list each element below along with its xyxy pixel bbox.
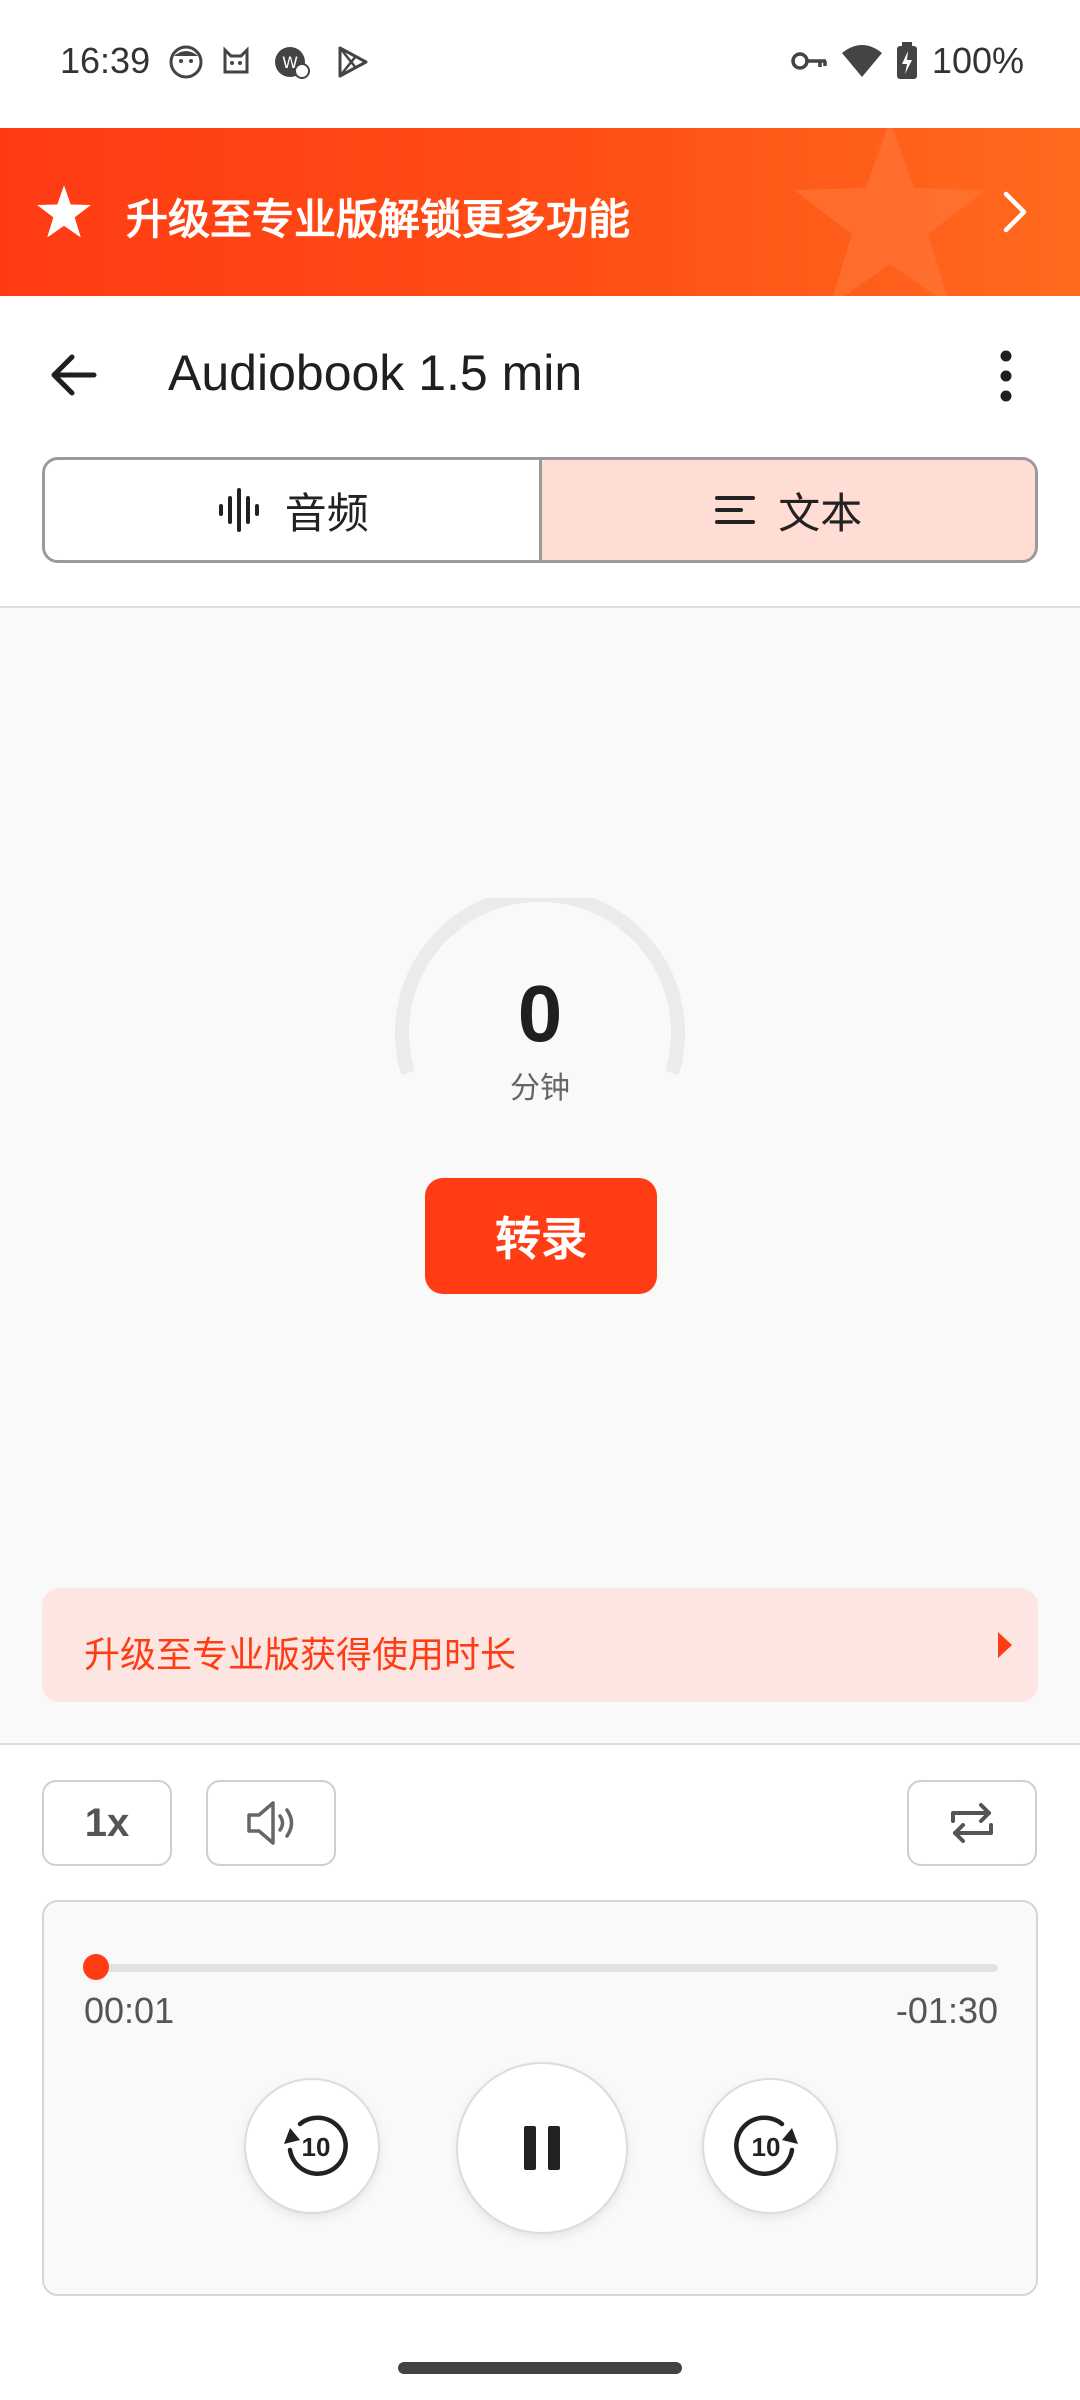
lines-icon xyxy=(715,496,756,524)
player-card: 00:01 -01:30 10 10 xyxy=(42,1900,1038,2296)
progress-bar[interactable] xyxy=(83,1954,998,1980)
rewind-10-button[interactable]: 10 xyxy=(244,2078,380,2214)
banner-star-decoration xyxy=(794,128,986,296)
vpn-key-icon xyxy=(791,52,827,70)
tab-bar: 音频 文本 xyxy=(42,457,1038,563)
promo-banner-text: 升级至专业版解锁更多功能 xyxy=(126,196,631,243)
divider xyxy=(0,1743,1080,1745)
waveform-icon xyxy=(218,488,259,532)
tab-audio[interactable]: 音频 xyxy=(45,460,542,560)
time-remaining: -01:30 xyxy=(895,1990,998,2031)
cat-icon xyxy=(223,46,249,74)
wifi-icon xyxy=(841,45,882,77)
status-right: 100% xyxy=(790,40,1024,82)
time-elapsed: 00:01 xyxy=(84,1990,175,2031)
tab-text[interactable]: 文本 xyxy=(541,460,1035,560)
battery-icon xyxy=(896,42,917,79)
volume-icon xyxy=(247,1801,294,1845)
back-arrow-icon[interactable] xyxy=(46,348,100,402)
star-icon xyxy=(37,185,91,238)
repeat-button[interactable] xyxy=(907,1780,1037,1866)
speed-button[interactable]: 1x xyxy=(42,1780,172,1866)
upgrade-card[interactable]: 升级至专业版获得使用时长 xyxy=(42,1588,1038,1702)
content-area: 0 分钟 转录 升级至专业版获得使用时长 xyxy=(0,608,1080,1744)
transcribe-button[interactable]: 转录 xyxy=(425,1178,657,1294)
notification-face-icon xyxy=(169,45,203,79)
forward-10-icon: 10 xyxy=(734,2115,798,2176)
upgrade-card-text: 升级至专业版获得使用时长 xyxy=(84,1634,517,1675)
status-time: 16:39 xyxy=(60,40,151,81)
forward-10-button[interactable]: 10 xyxy=(702,2078,838,2214)
play-store-icon xyxy=(338,46,368,78)
minutes-unit: 分钟 xyxy=(510,1072,570,1105)
page-title: Audiobook 1.5 min xyxy=(168,345,583,401)
chevron-right-icon xyxy=(1003,191,1027,233)
promo-banner[interactable]: 升级至专业版解锁更多功能 xyxy=(0,128,1080,296)
triangle-right-icon xyxy=(998,1632,1012,1658)
forward-10-label: 10 xyxy=(752,2132,781,2162)
repeat-icon xyxy=(951,1803,993,1843)
volume-button[interactable] xyxy=(206,1780,336,1866)
tab-text-label: 文本 xyxy=(778,489,863,537)
pause-icon xyxy=(524,2126,560,2170)
home-indicator[interactable] xyxy=(398,2362,682,2374)
tab-audio-label: 音频 xyxy=(284,489,369,537)
rewind-10-label: 10 xyxy=(302,2132,331,2162)
battery-percentage: 100% xyxy=(931,40,1024,81)
pause-button[interactable] xyxy=(456,2062,628,2234)
app-bar: Audiobook 1.5 min xyxy=(0,296,1080,456)
status-bar: 16:39 W 100% xyxy=(0,0,1080,128)
progress-thumb[interactable] xyxy=(83,1954,110,1980)
minutes-value: 0 xyxy=(517,969,563,1058)
app-badge-icon: W xyxy=(275,47,310,79)
more-vert-icon[interactable] xyxy=(992,348,1020,404)
rewind-10-icon: 10 xyxy=(284,2115,348,2176)
